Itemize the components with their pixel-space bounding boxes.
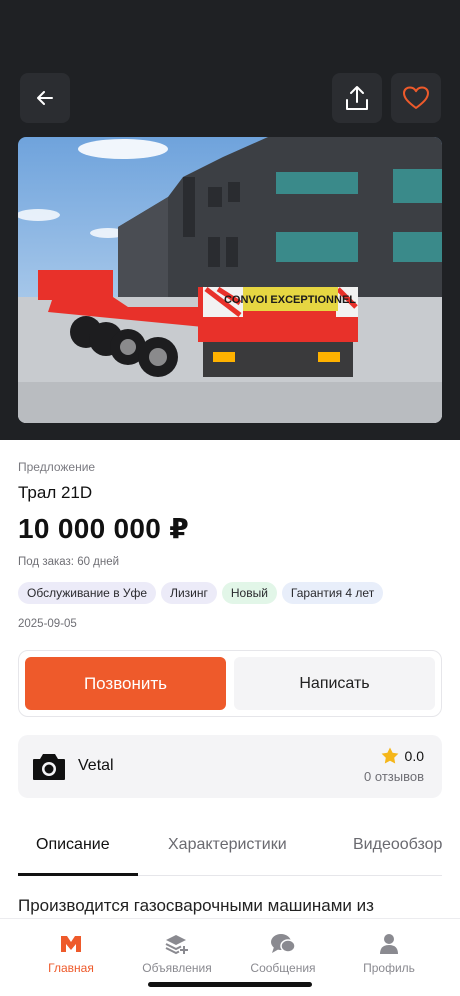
share-icon bbox=[346, 86, 368, 110]
chat-bubbles-icon bbox=[271, 934, 296, 953]
nav-messages[interactable]: Сообщения bbox=[228, 931, 338, 975]
nav-profile[interactable]: Профиль bbox=[334, 931, 444, 975]
share-button[interactable] bbox=[332, 73, 382, 123]
home-logo-icon bbox=[61, 936, 81, 952]
home-indicator bbox=[148, 982, 312, 987]
tag-leasing: Лизинг bbox=[161, 582, 217, 604]
favorite-button[interactable] bbox=[391, 73, 441, 123]
call-button[interactable]: Позвонить bbox=[25, 657, 226, 710]
photo-sign-text: CONVOI EXCEPTIONNEL bbox=[224, 294, 356, 306]
arrow-left-icon bbox=[37, 91, 53, 105]
hero-section: CONVOI EXCEPTIONNEL bbox=[0, 0, 460, 440]
tags-list: Обслуживание в Уфе Лизинг Новый Гарантия… bbox=[18, 582, 384, 604]
star-icon bbox=[381, 747, 398, 764]
description-text: Производится газосварочными машинами из bbox=[18, 896, 374, 915]
order-terms: Под заказ: 60 дней bbox=[18, 556, 120, 568]
seller-rating: 0.0 bbox=[381, 747, 424, 764]
listing-date: 2025-09-05 bbox=[18, 618, 77, 630]
seller-card[interactable]: Vetal 0.0 0 отзывов bbox=[18, 735, 442, 798]
active-tab-indicator bbox=[18, 873, 138, 876]
listing-tabs: Описание Характеристики Видеообзор bbox=[18, 820, 442, 876]
listing-title: Трал 21D bbox=[18, 483, 93, 502]
back-button[interactable] bbox=[20, 73, 70, 123]
nav-home[interactable]: Главная bbox=[16, 931, 126, 975]
listing-price: 10 000 000 ₽ bbox=[18, 513, 189, 544]
tab-characteristics[interactable]: Характеристики bbox=[168, 836, 287, 854]
tab-description[interactable]: Описание bbox=[36, 836, 110, 854]
nav-home-label: Главная bbox=[48, 961, 94, 975]
write-button[interactable]: Написать bbox=[234, 657, 435, 710]
listing-photo[interactable]: CONVOI EXCEPTIONNEL bbox=[18, 137, 442, 423]
trailer-photo-image: CONVOI EXCEPTIONNEL bbox=[18, 137, 442, 423]
tag-service: Обслуживание в Уфе bbox=[18, 582, 157, 604]
rating-value: 0.0 bbox=[404, 747, 424, 764]
heart-icon bbox=[403, 86, 429, 109]
nav-messages-label: Сообщения bbox=[250, 961, 316, 975]
camera-icon bbox=[33, 754, 65, 780]
seller-name: Vetal bbox=[78, 757, 114, 774]
reviews-count[interactable]: 0 отзывов bbox=[364, 769, 424, 784]
tag-new: Новый bbox=[221, 582, 277, 604]
contact-actions: Позвонить Написать bbox=[18, 650, 442, 717]
nav-listings-label: Объявления bbox=[142, 961, 212, 975]
user-icon bbox=[380, 934, 398, 954]
nav-profile-label: Профиль bbox=[363, 961, 415, 975]
tab-video-review[interactable]: Видеообзор bbox=[353, 836, 442, 854]
tag-warranty: Гарантия 4 лет bbox=[281, 582, 384, 604]
layers-plus-icon bbox=[165, 935, 188, 955]
listing-kind: Предложение bbox=[18, 460, 96, 474]
nav-listings[interactable]: Объявления bbox=[122, 931, 232, 975]
